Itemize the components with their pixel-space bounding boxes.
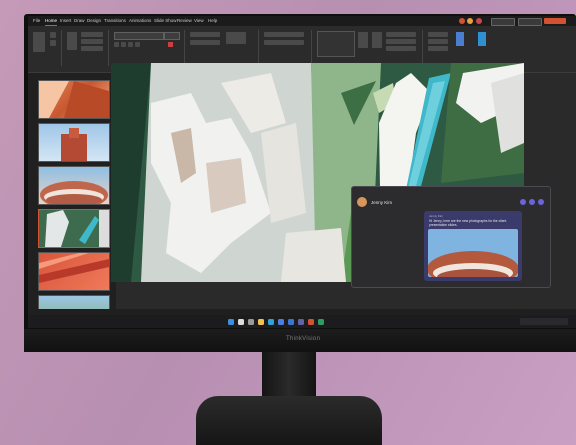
- menu-file[interactable]: File: [33, 17, 40, 25]
- shape-fill-button[interactable]: [386, 32, 416, 37]
- align-text-button[interactable]: [264, 40, 304, 45]
- menu-review[interactable]: Review: [177, 17, 192, 25]
- curved-balconies-image: [428, 229, 518, 277]
- menu-animations[interactable]: Animations: [129, 17, 151, 25]
- present-button[interactable]: [518, 18, 542, 26]
- select-button[interactable]: [428, 46, 448, 51]
- ribbon-divider: [258, 30, 259, 66]
- store-icon[interactable]: [278, 319, 284, 325]
- slide-thumbnail[interactable]: [38, 80, 110, 119]
- shape-effects-button[interactable]: [386, 46, 416, 51]
- slide-thumbnail[interactable]: [38, 252, 110, 291]
- text-direction-button[interactable]: [226, 32, 246, 44]
- chat-message-bubble: Jenny Kim Hi Jenny, here are the new pho…: [424, 211, 522, 281]
- red-tower-image: [61, 128, 87, 161]
- chat-contact-name: Jenny Kim: [371, 200, 393, 205]
- copy-icon[interactable]: [50, 40, 56, 46]
- menu-view[interactable]: View: [194, 17, 204, 25]
- shape-outline-button[interactable]: [386, 39, 416, 44]
- ribbon-divider: [311, 30, 312, 66]
- section-button[interactable]: [81, 46, 103, 51]
- menu-slide-show[interactable]: Slide Show: [154, 17, 177, 25]
- find-button[interactable]: [428, 32, 448, 37]
- reset-button[interactable]: [81, 39, 103, 44]
- font-family-select[interactable]: [114, 32, 164, 40]
- avatar-icon[interactable]: [476, 18, 482, 24]
- quick-styles-button[interactable]: [372, 32, 382, 48]
- record-button[interactable]: [491, 18, 515, 26]
- curved-balconies-image: [40, 181, 108, 204]
- slide-thumbnails-panel: [28, 73, 116, 328]
- bold-icon[interactable]: [114, 42, 119, 47]
- convert-smartart-button[interactable]: [264, 32, 304, 37]
- aerial-pool-image: [45, 210, 109, 247]
- designer-icon[interactable]: [478, 32, 486, 46]
- menu-help[interactable]: Help: [208, 17, 217, 25]
- mail-icon[interactable]: [288, 319, 294, 325]
- taskview-icon[interactable]: [248, 319, 254, 325]
- audio-call-icon[interactable]: [529, 199, 535, 205]
- avatar: [357, 197, 367, 207]
- replace-button[interactable]: [428, 39, 448, 44]
- shapes-gallery[interactable]: [317, 31, 355, 57]
- avatar-icon[interactable]: [467, 18, 473, 24]
- slide-thumbnail[interactable]: [38, 123, 110, 162]
- menu-insert[interactable]: Insert: [60, 17, 71, 25]
- slide-thumbnail-selected[interactable]: [38, 209, 110, 248]
- red-facade-image: [39, 253, 109, 283]
- explorer-icon[interactable]: [258, 319, 264, 325]
- ribbon-divider: [422, 30, 423, 66]
- avatar-icon[interactable]: [459, 18, 465, 24]
- title-bar: File Home Insert Draw Design Transitions…: [28, 16, 576, 26]
- underline-icon[interactable]: [128, 42, 133, 47]
- system-tray[interactable]: [520, 318, 568, 325]
- bullets-button[interactable]: [190, 32, 220, 37]
- share-icon[interactable]: [538, 199, 544, 205]
- align-button[interactable]: [190, 40, 220, 45]
- new-slide-button[interactable]: [67, 32, 77, 50]
- photos-icon[interactable]: [318, 319, 324, 325]
- powerpoint-icon[interactable]: [308, 319, 314, 325]
- edge-icon[interactable]: [268, 319, 274, 325]
- paste-button[interactable]: [33, 32, 45, 52]
- menu-draw[interactable]: Draw: [74, 17, 85, 25]
- cut-icon[interactable]: [50, 32, 56, 38]
- search-icon[interactable]: [238, 319, 244, 325]
- ribbon-divider: [108, 30, 109, 66]
- slide-thumbnail[interactable]: [38, 166, 110, 205]
- monitor-brand-logo: ThinkVision: [286, 336, 321, 342]
- message-sender: Jenny Kim: [429, 214, 444, 218]
- strikethrough-icon[interactable]: [135, 42, 140, 47]
- dictate-icon[interactable]: [456, 32, 464, 46]
- terracotta-building-image: [39, 81, 109, 118]
- italic-icon[interactable]: [121, 42, 126, 47]
- menu-home[interactable]: Home: [45, 17, 58, 26]
- font-color-icon[interactable]: [168, 42, 173, 47]
- font-size-select[interactable]: [164, 32, 180, 40]
- menu-transitions[interactable]: Transitions: [104, 17, 126, 25]
- menu-design[interactable]: Design: [87, 17, 101, 25]
- teams-icon[interactable]: [298, 319, 304, 325]
- share-button[interactable]: [544, 18, 566, 24]
- teams-chat-popup[interactable]: Jenny Kim Jenny Kim Hi Jenny, here are t…: [351, 186, 551, 288]
- shared-photo[interactable]: [428, 229, 518, 277]
- layout-button[interactable]: [81, 32, 103, 37]
- arrange-button[interactable]: [358, 32, 368, 48]
- monitor-stand-base: [196, 396, 382, 445]
- ribbon-divider: [184, 30, 185, 66]
- ribbon-divider: [61, 30, 62, 66]
- video-call-icon[interactable]: [520, 199, 526, 205]
- start-icon[interactable]: [228, 319, 234, 325]
- message-text: Hi Jenny, here are the new photographs f…: [429, 219, 507, 227]
